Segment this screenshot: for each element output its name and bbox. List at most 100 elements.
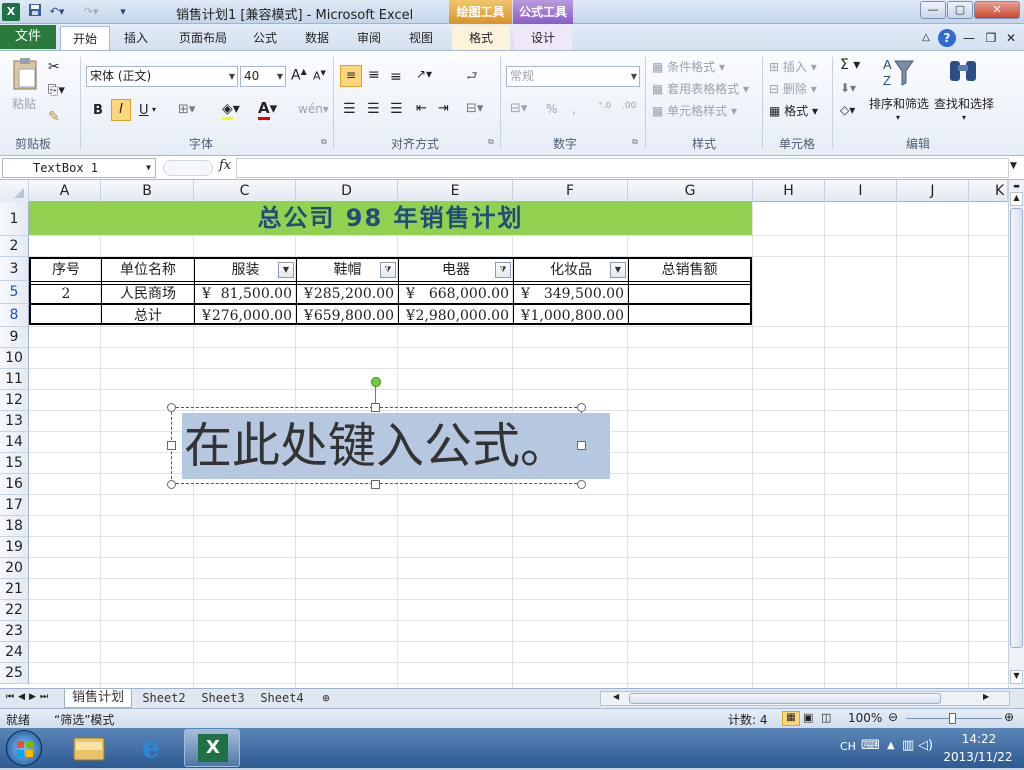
excel-taskbar-button[interactable]: X — [184, 729, 240, 767]
row-header[interactable]: 22 — [0, 600, 29, 621]
column-header[interactable]: C — [194, 180, 296, 202]
filter-dropdown-icon[interactable]: ▼ — [278, 262, 294, 278]
resize-handle[interactable] — [371, 403, 380, 412]
row-header[interactable]: 21 — [0, 579, 29, 600]
decrease-decimal-icon[interactable]: .00 — [622, 101, 636, 111]
column-header[interactable]: F — [513, 180, 628, 202]
resize-handle[interactable] — [577, 403, 586, 412]
scroll-down-icon[interactable]: ▼ — [1010, 670, 1023, 684]
cell-styles-button[interactable]: ▦ 单元格样式 ▾ — [652, 102, 737, 119]
filter-dropdown-icon[interactable]: ▼ — [610, 262, 626, 278]
row-header[interactable]: 9 — [0, 327, 29, 348]
scroll-up-icon[interactable]: ▲ — [1010, 192, 1023, 206]
number-dialog-launcher-icon[interactable]: ⧉ — [632, 137, 638, 147]
resize-handle[interactable] — [167, 403, 176, 412]
undo-icon[interactable]: ↶▾ — [48, 3, 66, 21]
volume-icon[interactable]: ◁) — [918, 738, 933, 753]
save-icon[interactable] — [26, 3, 44, 21]
column-header[interactable]: J — [897, 180, 969, 202]
filter-active-icon[interactable]: ⧩ — [380, 262, 396, 278]
borders-icon[interactable]: ⊞▾ — [178, 102, 195, 117]
column-header[interactable]: B — [101, 180, 194, 202]
keyboard-icon[interactable]: ⌨ — [861, 738, 880, 753]
row-header[interactable]: 15 — [0, 453, 29, 474]
row-header[interactable]: 5 — [0, 281, 29, 304]
comma-button[interactable]: , — [572, 102, 576, 116]
font-name-select[interactable]: 宋体 (正文) ▼ — [86, 66, 238, 87]
scroll-left-icon[interactable]: ◀ — [613, 692, 623, 701]
column-header[interactable]: E — [398, 180, 513, 202]
sheet-nav-icons[interactable]: ⏮◀▶⏭ — [6, 692, 52, 702]
row-header[interactable]: 25 — [0, 663, 29, 684]
workbook-minimize-icon[interactable]: — — [962, 26, 976, 50]
resize-handle[interactable] — [167, 441, 176, 450]
help-icon[interactable]: ? — [938, 29, 956, 47]
column-header[interactable]: D — [296, 180, 398, 202]
sort-filter-dropdown-icon[interactable]: ▾ — [896, 113, 900, 122]
format-painter-icon[interactable]: ✎ — [48, 109, 60, 125]
align-right-icon[interactable]: ☰ — [390, 101, 403, 117]
redo-icon[interactable]: ↷▾ — [82, 3, 100, 21]
workbook-close-icon[interactable]: ✕ — [1004, 26, 1018, 50]
fill-icon[interactable]: ⬇▾ — [840, 81, 856, 95]
bold-button[interactable]: B — [93, 103, 103, 118]
zoom-slider-thumb[interactable] — [949, 713, 956, 724]
font-size-select[interactable]: 40 ▼ — [240, 66, 286, 87]
explorer-taskbar-icon[interactable] — [66, 732, 112, 764]
find-select-icon[interactable] — [946, 57, 980, 89]
header-cell-id[interactable]: 序号 — [31, 259, 101, 281]
align-center-icon[interactable]: ☰ — [367, 101, 380, 117]
insert-sheet-icon[interactable]: ⊕ — [316, 689, 336, 708]
tab-drawing-format[interactable]: 格式 — [452, 26, 510, 50]
filter-active-icon[interactable]: ⧩ — [495, 262, 511, 278]
decrease-indent-icon[interactable]: ⇤ — [416, 101, 427, 116]
row-header[interactable]: 1 — [0, 202, 29, 236]
find-select-button[interactable]: 查找和选择 — [934, 95, 994, 112]
paste-icon[interactable] — [10, 57, 40, 93]
header-cell-total-sales[interactable]: 总销售额 — [629, 259, 750, 281]
phonetic-icon[interactable]: wén▾ — [298, 102, 329, 116]
insert-cells-button[interactable]: ⊞ 插入 ▾ — [769, 58, 817, 75]
resize-handle[interactable] — [577, 441, 586, 450]
align-bottom-icon[interactable]: ≡ — [390, 69, 402, 85]
tray-expand-icon[interactable]: ▲ — [887, 740, 895, 751]
row-header[interactable]: 17 — [0, 495, 29, 516]
column-header[interactable]: H — [753, 180, 825, 202]
vertical-scrollbar[interactable]: ▬ ▲ ▼ — [1008, 180, 1024, 688]
number-format-select[interactable]: 常规 ▼ — [506, 66, 640, 87]
minimize-ribbon-icon[interactable]: △ — [918, 26, 934, 50]
tab-insert[interactable]: 插入 — [112, 26, 160, 50]
table-cell[interactable]: 659,800.00 — [313, 305, 394, 327]
table-cell[interactable]: 2 — [31, 283, 101, 305]
table-cell[interactable]: 285,200.00 — [313, 283, 394, 305]
equation-placeholder[interactable]: 在此处键入公式。 — [184, 415, 568, 477]
align-middle-icon[interactable]: ≡ — [368, 67, 380, 83]
horizontal-scrollbar[interactable]: ◀ ▶ — [600, 691, 1010, 706]
table-cell[interactable]: 总计 — [102, 305, 194, 327]
row-header[interactable]: 2 — [0, 236, 29, 257]
column-header[interactable]: I — [825, 180, 897, 202]
formula-expand-handle[interactable] — [163, 160, 213, 176]
normal-view-icon[interactable]: ▦ — [782, 711, 800, 726]
shrink-font-icon[interactable]: A▼ — [313, 69, 326, 83]
format-as-table-button[interactable]: ▦ 套用表格格式 ▾ — [652, 80, 749, 97]
alignment-dialog-launcher-icon[interactable]: ⧉ — [488, 137, 494, 147]
formula-input[interactable] — [236, 158, 1009, 178]
page-break-view-icon[interactable]: ◫ — [821, 711, 831, 724]
zoom-in-icon[interactable]: ⊕ — [1004, 710, 1014, 724]
conditional-format-button[interactable]: ▦ 条件格式 ▾ — [652, 58, 725, 75]
resize-handle[interactable] — [577, 480, 586, 489]
name-box[interactable]: TextBox 1 ▼ — [2, 158, 156, 178]
resize-handle[interactable] — [167, 480, 176, 489]
row-header[interactable]: 3 — [0, 257, 29, 281]
network-icon[interactable]: ▥ — [902, 738, 914, 753]
table-cell[interactable]: 人民商场 — [102, 283, 194, 305]
maximize-button[interactable]: ▢ — [947, 1, 973, 19]
tab-page-layout[interactable]: 页面布局 — [168, 26, 238, 50]
sheet-tab[interactable]: Sheet2 — [136, 689, 192, 708]
row-header[interactable]: 23 — [0, 621, 29, 642]
ie-taskbar-icon[interactable]: e — [128, 732, 174, 764]
orientation-icon[interactable]: ↗▾ — [416, 67, 432, 81]
cut-icon[interactable]: ✂ — [48, 59, 60, 75]
row-header[interactable]: 24 — [0, 642, 29, 663]
